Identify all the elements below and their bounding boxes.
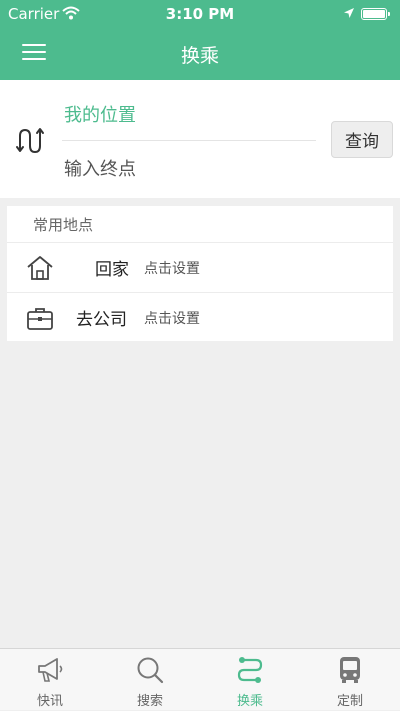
route-divider — [62, 140, 316, 141]
tab-custom[interactable]: 定制 — [300, 649, 400, 711]
briefcase-icon — [27, 308, 53, 330]
transfer-route-icon — [237, 657, 263, 683]
frequent-places-card: 常用地点 回家 点击设置 去公司 点击设置 — [7, 206, 393, 341]
tab-label-transfer: 换乘 — [236, 694, 263, 709]
place-name-home: 回家 — [95, 260, 129, 280]
place-row-home[interactable]: 回家 点击设置 — [7, 243, 393, 292]
place-action-company: 点击设置 — [144, 311, 200, 327]
place-action-home: 点击设置 — [144, 261, 200, 277]
swap-route-icon[interactable] — [16, 124, 46, 158]
status-time: 3:10 PM — [165, 5, 235, 23]
tab-search[interactable]: 搜索 — [100, 649, 200, 711]
search-icon — [137, 657, 164, 684]
location-arrow-icon — [344, 8, 354, 18]
app-header: Carrier 3:10 PM 换乘 — [0, 0, 400, 80]
tab-label-custom: 定制 — [336, 694, 363, 709]
battery-icon — [361, 8, 390, 20]
tab-label-search: 搜索 — [136, 694, 163, 709]
status-bar: Carrier 3:10 PM — [0, 0, 400, 28]
place-row-company[interactable]: 去公司 点击设置 — [7, 293, 393, 342]
tab-news[interactable]: 快讯 — [0, 649, 100, 711]
tab-transfer[interactable]: 换乘 — [200, 649, 300, 711]
home-icon — [27, 256, 53, 280]
bus-icon — [340, 657, 360, 683]
origin-field[interactable]: 我的位置 — [64, 101, 136, 127]
frequent-places-title: 常用地点 — [33, 216, 94, 234]
destination-field[interactable]: 输入终点 — [64, 155, 136, 181]
megaphone-icon — [38, 658, 63, 682]
tab-label-news: 快讯 — [36, 694, 63, 709]
query-button[interactable]: 查询 — [331, 121, 393, 158]
tab-bar: 快讯 搜索 换乘 定制 — [0, 648, 400, 710]
place-name-company: 去公司 — [76, 310, 127, 330]
page-title: 换乘 — [180, 45, 219, 67]
